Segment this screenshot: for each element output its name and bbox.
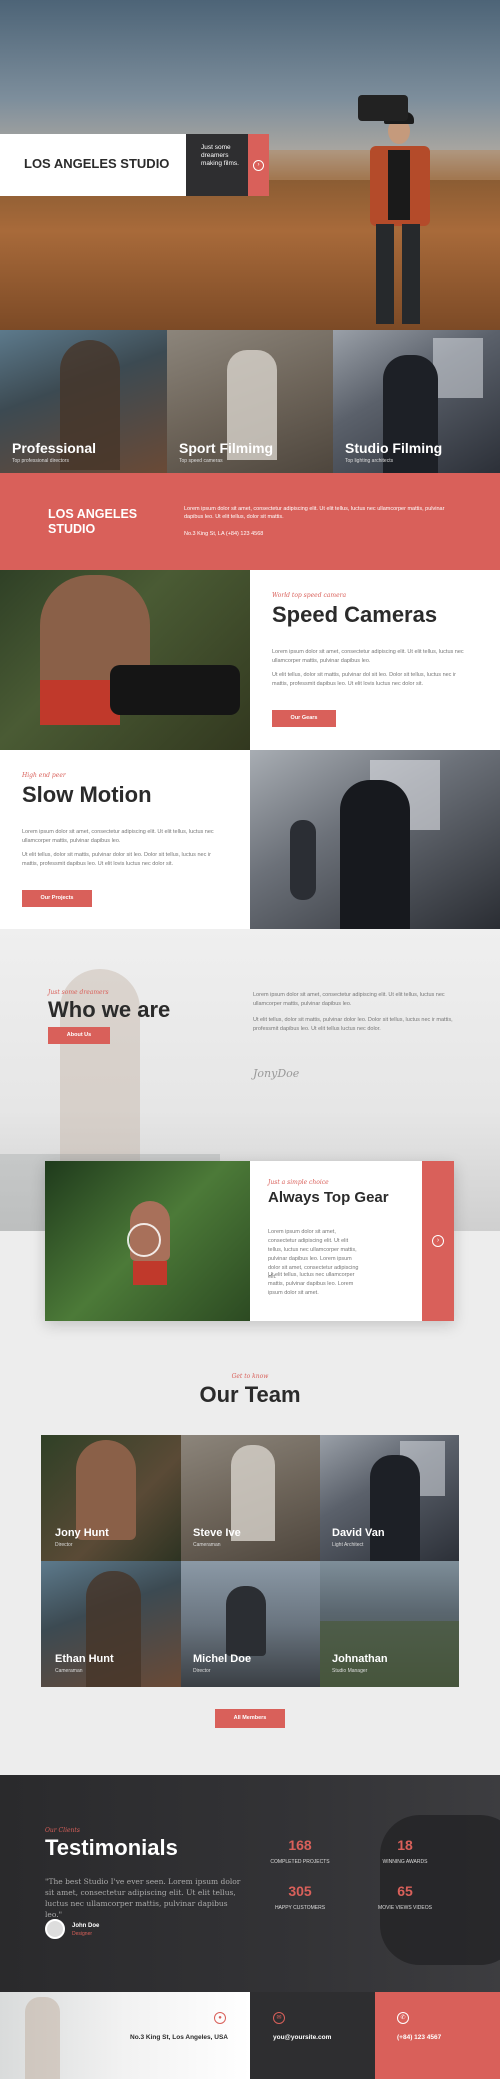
speed-paragraph-1: Lorem ipsum dolor sit amet, consectetur … [272,649,464,664]
service-card-studio[interactable]: Studio Filming Top lighting architects [333,330,500,473]
member-name: Michel Doe [193,1653,252,1665]
banner-contact: No.3 King St, LA (+84) 123 4568 [184,531,264,537]
our-projects-button[interactable]: Our Projects [22,890,92,907]
stat-label: MOVIE VIEWS VIDEOS [378,1905,432,1911]
testimonials-title: Testimonials [45,1835,178,1860]
hero-tagline-card: Just some dreamers making films. [186,134,248,196]
hero-title-card: LOS ANGELES STUDIO [0,134,186,196]
slow-motion-content: High end peer Slow Motion Lorem ipsum do… [0,750,250,929]
service-card-professional[interactable]: Professional Top professional directors [0,330,167,473]
mail-icon: ✉ [273,2012,285,2024]
speed-paragraph-2: Ut elit tellus, dolor sit mattis, pulvin… [272,672,457,687]
team-member-card[interactable]: Jony Hunt Director [41,1435,181,1561]
testimonial-author: John Doe [72,1923,100,1929]
hero-next-button[interactable]: › [248,134,269,196]
email-text: you@yoursite.com [273,2034,332,2041]
who-title: Who we are [48,997,171,1022]
hero-title: LOS ANGELES STUDIO [24,156,170,171]
stat-value: 168 [288,1837,312,1853]
stat-label: COMPLETED PROJECTS [270,1859,330,1865]
team-member-card[interactable]: Michel Doe Director [181,1561,320,1687]
member-role: Cameraman [55,1668,83,1674]
stat-value: 18 [397,1837,413,1853]
service-card-sport[interactable]: Sport Filmimg Top speed cameras [167,330,333,473]
team-member-card[interactable]: Steve Ive Cameraman [181,1435,320,1561]
our-gears-button[interactable]: Our Gears [272,710,336,727]
who-paragraph-2: Ut elit tellus, dolor sit mattis, pulvin… [253,1017,453,1032]
banner-title: LOS ANGELES STUDIO [48,507,138,536]
all-members-button[interactable]: All Members [215,1709,285,1728]
member-name: Jony Hunt [55,1527,109,1539]
speed-cameras-photo [0,570,250,750]
member-role: Director [55,1542,73,1548]
service-subtitle: Top professional directors [12,458,69,464]
team-member-card[interactable]: Ethan Hunt Cameraman [41,1561,181,1687]
banner-text: Lorem ipsum dolor sit amet, consectetur … [184,506,445,520]
member-role: Studio Manager [332,1668,368,1674]
stat-label: WINNING AWARDS [382,1859,428,1865]
slow-kicker: High end peer [22,772,66,779]
speed-kicker: World top speed camera [272,592,347,599]
service-title: Sport Filmimg [179,440,274,456]
location-icon: ● [214,2012,226,2024]
avatar [45,1919,65,1939]
service-title: Studio Filming [345,440,443,456]
phone-icon: ✆ [397,2012,409,2024]
studio-banner: LOS ANGELES STUDIO Lorem ipsum dolor sit… [0,473,500,570]
stat-value: 305 [288,1883,312,1899]
slow-paragraph-2: Ut elit tellus, dolor sit mattis, pulvin… [22,852,211,867]
speed-title: Speed Cameras [272,602,438,627]
slow-paragraph-1: Lorem ipsum dolor sit amet, consectetur … [22,829,214,844]
team-member-card[interactable]: David Van Light Architect [320,1435,459,1561]
testimonials-kicker: Our Clients [45,1827,80,1834]
member-name: Ethan Hunt [55,1653,114,1665]
testimonial-quote: "The best Studio I've ever seen. Lorem i… [45,1877,241,1919]
member-role: Light Architect [332,1542,364,1548]
gear-kicker: Just a simple choice [268,1179,329,1186]
arrow-right-icon: › [253,160,264,171]
hero-cameraman-photo [340,90,460,330]
address-text: No.3 King St, Los Angeles, USA [130,2034,228,2041]
stat-label: HAPPY CUSTOMERS [274,1905,326,1911]
footer-address: ● No.3 King St, Los Angeles, USA [0,1992,250,2079]
hero-section: LOS ANGELES STUDIO Just some dreamers ma… [0,0,500,330]
who-paragraph-1: Lorem ipsum dolor sit amet, consectetur … [253,992,445,1007]
testimonial-author-role: Designer [72,1931,93,1937]
slow-motion-photo [250,750,500,929]
footer-email[interactable]: ✉ you@yoursite.com [250,1992,375,2079]
footer-phone[interactable]: ✆ (+84) 123 4567 [375,1992,500,2079]
play-circle-icon[interactable] [127,1223,161,1257]
service-title: Professional [12,440,97,456]
about-us-button[interactable]: About Us [48,1027,110,1044]
gear-title: Always Top Gear [268,1189,389,1206]
member-name: David Van [332,1527,385,1539]
member-name: Johnathan [332,1653,388,1665]
service-subtitle: Top lighting architects [345,458,394,464]
member-role: Director [193,1668,211,1674]
service-subtitle: Top speed cameras [179,458,223,464]
phone-text: (+84) 123 4567 [397,2034,442,2041]
member-role: Cameraman [193,1542,221,1548]
team-title: Our Team [199,1382,301,1407]
team-member-card[interactable]: Johnathan Studio Manager [320,1561,459,1687]
slow-title: Slow Motion [22,782,152,807]
top-gear-card: Just a simple choice Always Top Gear Lor… [45,1161,454,1321]
stat-value: 65 [397,1883,413,1899]
gear-paragraph-2: Ut elit tellus, luctus nec ullamcorper m… [268,1272,355,1296]
arrow-right-circle-icon: › [432,1235,444,1247]
member-name: Steve Ive [193,1527,241,1539]
who-kicker: Just some dreamers [48,989,109,996]
signature: JonyDoe [253,1067,300,1080]
team-kicker: Get to know [231,1373,269,1380]
speed-cameras-content: World top speed camera Speed Cameras Lor… [250,570,500,750]
hero-tagline: Just some dreamers making films. [201,144,239,167]
gear-next-button[interactable]: › [422,1161,454,1321]
top-gear-photo [45,1161,250,1321]
testimonials-section: Our Clients Testimonials "The best Studi… [0,1775,500,1992]
